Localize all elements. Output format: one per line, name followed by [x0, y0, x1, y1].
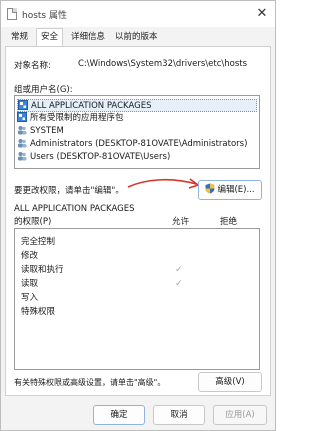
permission-row: 完全控制	[21, 235, 255, 249]
permission-label: 写入	[21, 293, 39, 303]
list-item[interactable]: SYSTEM	[17, 125, 64, 138]
close-button[interactable]: ✕	[253, 5, 271, 23]
ok-button[interactable]: 确定	[93, 405, 145, 425]
title-bar: hosts 属性 ✕	[1, 1, 275, 27]
list-item[interactable]: ALL APPLICATION PACKAGES	[17, 99, 257, 112]
allow-check-icon: ✓	[175, 279, 183, 289]
shield-icon	[205, 183, 215, 194]
permission-row: 修改	[21, 249, 255, 263]
window-title: hosts 属性	[22, 11, 67, 21]
security-panel: 对象名称: C:\Windows\System32\drivers\etc\ho…	[5, 46, 271, 396]
users-icon	[17, 151, 27, 161]
permissions-subtitle: 的权限(P)	[14, 217, 52, 227]
permission-label: 读取和执行	[21, 265, 64, 275]
list-item[interactable]: 所有受限制的应用程序包	[17, 112, 124, 125]
group-item-label: SYSTEM	[30, 126, 64, 136]
apply-button[interactable]: 应用(A)	[213, 405, 267, 425]
edit-button[interactable]: 编辑(E)...	[198, 180, 262, 200]
properties-window: hosts 属性 ✕ 常规 安全 详细信息 以前的版本 对象名称: C:\Win…	[0, 0, 276, 431]
app-packages-icon	[17, 112, 27, 122]
app-packages-icon	[18, 100, 28, 110]
permission-row: 特殊权限	[21, 305, 255, 319]
tab-strip: 常规 安全 详细信息 以前的版本	[1, 28, 275, 47]
permission-row: 写入	[21, 291, 255, 305]
permission-label: 特殊权限	[21, 307, 56, 317]
object-name-label: 对象名称:	[14, 61, 51, 71]
edit-hint: 要更改权限，请单击"编辑"。	[14, 186, 124, 196]
permission-label: 修改	[21, 251, 39, 261]
list-item[interactable]: Users (DESKTOP-81OVATE\Users)	[17, 151, 170, 164]
users-icon	[17, 125, 27, 135]
annotation-arrow	[127, 178, 200, 189]
permission-label: 完全控制	[21, 237, 56, 247]
users-icon	[17, 138, 27, 148]
permissions-table: 完全控制 修改 读取和执行 ✓ 读取 ✓ 写入 特殊权限	[14, 228, 260, 370]
permission-row: 读取 ✓	[21, 277, 255, 291]
permission-label: 读取	[21, 279, 39, 289]
group-item-label: 所有受限制的应用程序包	[30, 113, 124, 123]
tab-general[interactable]: 常规	[7, 29, 32, 46]
groups-label: 组或用户名(G):	[14, 85, 73, 95]
tab-details[interactable]: 详细信息	[67, 29, 109, 46]
deny-header: 拒绝	[220, 217, 238, 227]
permission-row: 读取和执行 ✓	[21, 263, 255, 277]
allow-header: 允许	[172, 217, 190, 227]
group-item-label: Administrators (DESKTOP-81OVATE\Administ…	[30, 139, 248, 149]
group-item-label: Users (DESKTOP-81OVATE\Users)	[30, 152, 171, 162]
allow-check-icon: ✓	[175, 265, 183, 275]
list-item[interactable]: Administrators (DESKTOP-81OVATE\Administ…	[17, 138, 247, 151]
advanced-button[interactable]: 高级(V)	[198, 372, 262, 392]
object-name-value: C:\Windows\System32\drivers\etc\hosts	[78, 59, 248, 69]
tab-previous-versions[interactable]: 以前的版本	[111, 29, 162, 46]
edit-button-label: 编辑(E)...	[217, 185, 255, 195]
permissions-title: ALL APPLICATION PACKAGES	[14, 204, 135, 214]
groups-listbox[interactable]: ALL APPLICATION PACKAGES 所有受限制的应用程序包 SYS…	[14, 95, 260, 169]
advanced-hint: 有关特殊权限或高级设置，请单击"高级"。	[14, 378, 166, 387]
group-item-label: ALL APPLICATION PACKAGES	[31, 101, 152, 111]
cancel-button[interactable]: 取消	[153, 405, 205, 425]
file-icon	[7, 8, 17, 20]
tab-security[interactable]: 安全	[36, 28, 64, 47]
